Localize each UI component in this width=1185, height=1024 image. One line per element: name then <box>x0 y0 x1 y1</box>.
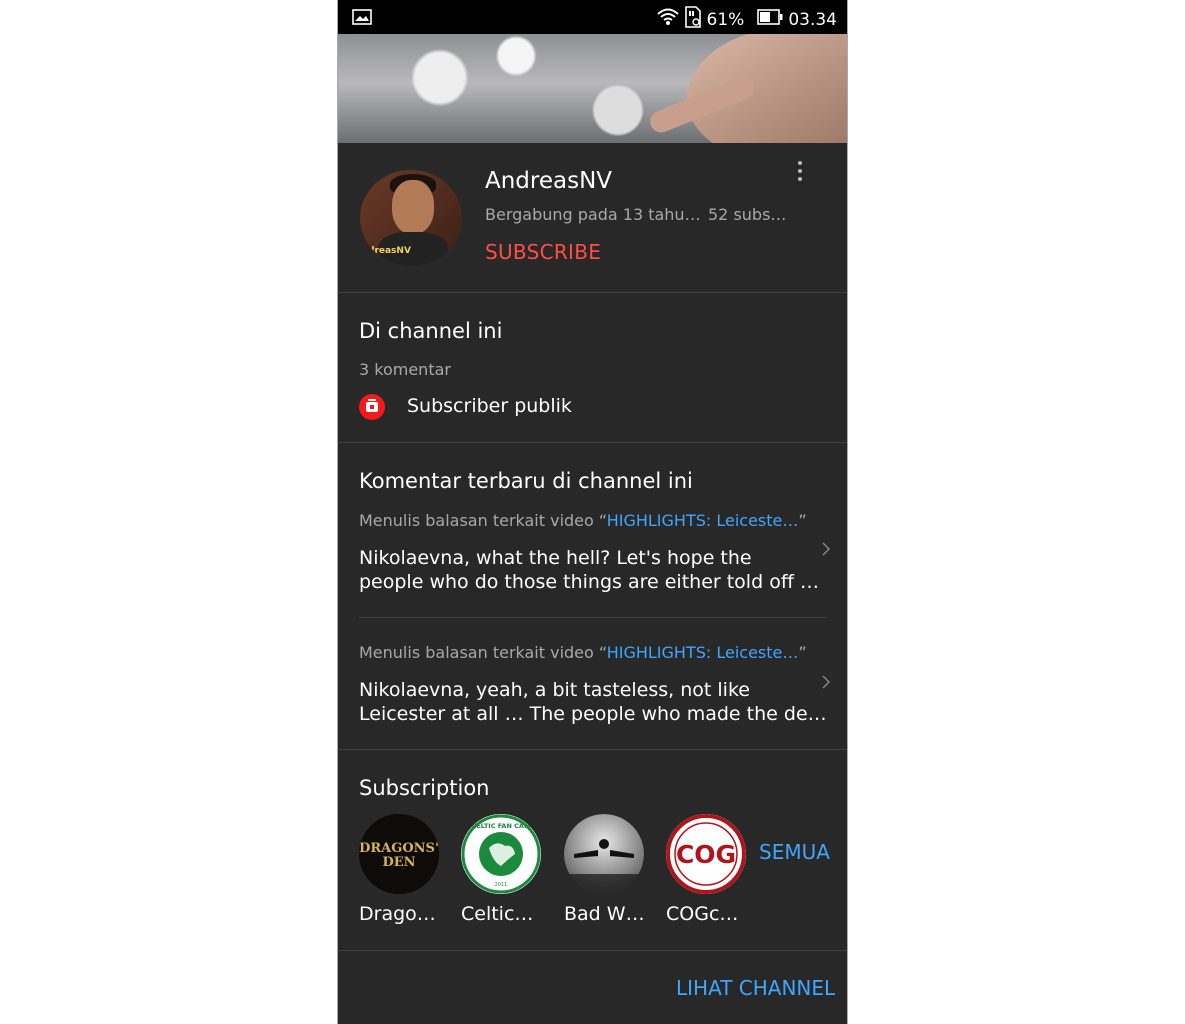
comment-text-line: Nikolaevna, yeah, a bit tasteless, not l… <box>359 679 750 701</box>
subscription-label: COGc… <box>666 903 739 925</box>
reply-prefix: Menulis balasan terkait video “ <box>359 511 607 530</box>
subscription-label: Celtic… <box>461 903 534 925</box>
channel-name: AndreasNV <box>485 168 613 194</box>
subscriber-count: 52 subs… <box>708 205 787 224</box>
sim-card-icon <box>684 6 702 33</box>
dragons-den-logo: DRAGONS' DEN <box>359 814 439 894</box>
public-subscriber-icon <box>359 394 385 420</box>
video-link[interactable]: HIGHLIGHTS: Leiceste… <box>607 643 799 662</box>
channel-banner-image <box>338 34 847 143</box>
comment-count: 3 komentar <box>359 360 451 379</box>
see-all-subscriptions-button[interactable]: SEMUA <box>759 840 830 864</box>
chevron-right-icon <box>822 674 832 692</box>
comment-text-line: Nikolaevna, what the hell? Let's hope th… <box>359 547 752 569</box>
cog-logo: COG <box>666 814 746 894</box>
divider <box>359 617 826 618</box>
channel-avatar[interactable]: dreasNV <box>360 170 462 266</box>
view-channel-button[interactable]: LIHAT CHANNEL <box>676 976 835 1000</box>
banner-hand-shape <box>675 34 847 143</box>
phone-screen: 61% 03.34 dreasNV AndreasNV Bergabung pa… <box>337 0 848 1024</box>
comment-reply-context: Menulis balasan terkait video “HIGHLIGHT… <box>359 643 807 662</box>
clock: 03.34 <box>788 9 837 30</box>
joined-date: Bergabung pada 13 tahu… <box>485 205 701 224</box>
comment-text-line: people who do those things are either to… <box>359 571 819 593</box>
battery-percent: 61% <box>706 9 745 30</box>
svg-text:COG: COG <box>676 840 736 869</box>
bad-w-avatar-image <box>564 814 644 894</box>
avatar-face <box>392 180 434 234</box>
chevron-right-icon <box>822 541 832 559</box>
reply-suffix: ” <box>798 511 807 530</box>
avatar-tag: dreasNV <box>368 246 411 256</box>
status-right: 61% 03.34 <box>656 6 837 33</box>
section-title-on-channel: Di channel ini <box>359 319 503 343</box>
svg-text:DRAGONS': DRAGONS' <box>359 841 439 856</box>
subscription-label: Drago… <box>359 903 436 925</box>
svg-text:CELTIC FAN CAM: CELTIC FAN CAM <box>472 822 531 830</box>
more-options-icon[interactable] <box>796 161 804 183</box>
svg-text:2011: 2011 <box>495 882 508 888</box>
divider <box>338 749 847 750</box>
subscription-label: Bad W… <box>564 903 645 925</box>
public-subscriber-label: Subscriber publik <box>407 395 572 417</box>
section-title-subscriptions: Subscription <box>359 776 490 800</box>
subscription-avatar-dragons-den[interactable]: DRAGONS' DEN <box>359 814 439 894</box>
subscription-avatar-celtic[interactable]: CELTIC FAN CAM 2011 <box>461 814 541 894</box>
video-link[interactable]: HIGHLIGHTS: Leiceste… <box>607 511 799 530</box>
subscription-avatar-cog[interactable]: COG <box>666 814 746 894</box>
celtic-fan-cam-logo: CELTIC FAN CAM 2011 <box>461 814 541 894</box>
status-bar: 61% 03.34 <box>338 0 847 34</box>
divider <box>338 292 847 293</box>
divider <box>338 950 847 951</box>
gallery-notification-icon <box>352 9 372 29</box>
comment-reply-context: Menulis balasan terkait video “HIGHLIGHT… <box>359 511 807 530</box>
battery-icon <box>757 9 783 30</box>
reply-suffix: ” <box>798 643 807 662</box>
section-title-recent-comments: Komentar terbaru di channel ini <box>359 469 693 493</box>
comment-text-line: Leicester at all … The people who made t… <box>359 703 827 725</box>
subscribe-button[interactable]: SUBSCRIBE <box>485 240 601 264</box>
wifi-icon <box>656 7 679 32</box>
divider <box>338 442 847 443</box>
svg-text:DEN: DEN <box>382 855 415 870</box>
reply-prefix: Menulis balasan terkait video “ <box>359 643 607 662</box>
subscription-avatar-bad-w[interactable] <box>564 814 644 894</box>
